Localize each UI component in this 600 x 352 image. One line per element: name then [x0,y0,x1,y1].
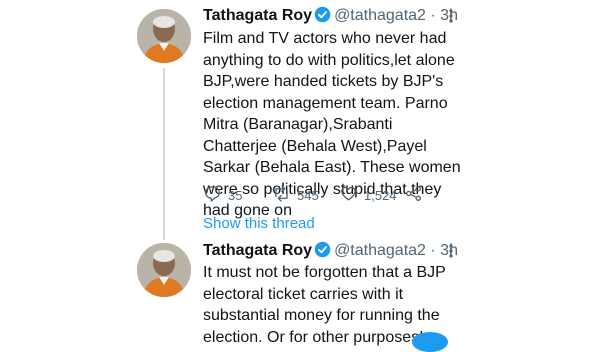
author-name[interactable]: Tathagata Roy [203,7,312,24]
retweet-count: 545 [297,187,319,203]
reply-count: 35 [228,187,243,203]
like-count: 1,524 [364,187,397,203]
verified-badge-icon [314,6,331,29]
tweet-actions: 35 545 1,524 [203,184,443,206]
author-avatar[interactable] [137,243,191,297]
compose-button[interactable] [412,332,448,352]
reply-action[interactable]: 35 [203,184,242,206]
more-options-icon[interactable] [448,8,454,28]
author-handle[interactable]: @tathagata2 [334,7,426,24]
verified-badge-icon [314,241,331,264]
author-handle[interactable]: @tathagata2 [334,242,426,259]
avatar-photo [137,243,191,297]
tweet-header: Tathagata Roy @tathagata2 · 3h [203,241,458,264]
author-avatar[interactable] [137,9,191,63]
author-name[interactable]: Tathagata Roy [203,242,312,259]
tweet-header: Tathagata Roy @tathagata2 · 3h [203,6,458,29]
share-icon [404,184,423,206]
separator-dot: · [430,242,436,259]
retweet-action[interactable]: 545 [272,184,319,206]
thread-line [163,68,165,240]
share-action[interactable] [404,184,423,206]
separator-dot: · [430,7,436,24]
heart-icon [339,184,358,206]
reply-icon [203,184,222,206]
avatar-photo [137,9,191,63]
retweet-icon [272,184,291,206]
show-thread-link[interactable]: Show this thread [203,215,315,232]
like-action[interactable]: 1,524 [339,184,397,206]
more-options-icon[interactable] [448,243,454,263]
